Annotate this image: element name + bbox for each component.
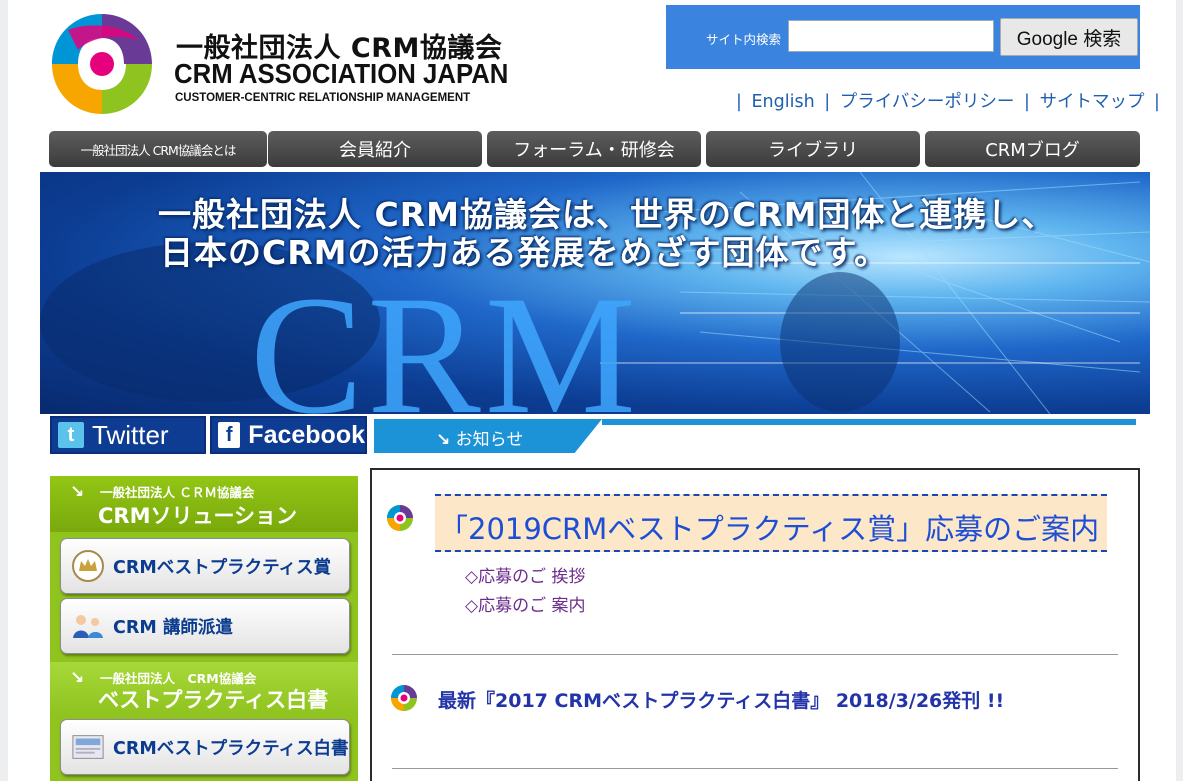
nav-item-members[interactable]: 会員紹介 xyxy=(268,131,482,167)
org-subtitle: CUSTOMER-CENTRIC RELATIONSHIP MANAGEMENT xyxy=(175,92,471,104)
arrow-down-right-icon: ↘ xyxy=(70,668,85,688)
hero-banner: CRM 一般社団法人 CRM協議会は、世界のCRM団体と連携し、 日本のCRMの… xyxy=(40,172,1150,414)
lecturer-dispatch-button[interactable]: CRM 講師派遣 xyxy=(60,598,350,654)
divider xyxy=(392,768,1118,769)
banner-crm-text: CRM xyxy=(250,261,640,414)
site-search-bar: サイト内検索 Google 検索 xyxy=(666,5,1140,69)
link-separator: | xyxy=(824,92,831,112)
privacy-policy-link[interactable]: プライバシーポリシー xyxy=(840,92,1015,112)
link-separator: | xyxy=(1154,92,1160,112)
page: 一般社団法人 CRM協議会 CRM ASSOCIATION JAPAN CUST… xyxy=(8,0,1176,781)
sidebar-section-whitepaper-body: CRMベストプラクティス白書 xyxy=(50,716,358,781)
award-headline-link[interactable]: 「2019CRMベストプラクティス賞」応募のご案内 xyxy=(439,506,1099,548)
button-label: CRM 講師派遣 xyxy=(113,617,233,638)
nav-item-blog[interactable]: CRMブログ xyxy=(925,131,1140,167)
best-practice-whitepaper-button[interactable]: CRMベストプラクティス白書 xyxy=(60,719,350,775)
whitepaper-news-link[interactable]: 最新『2017 CRMベストプラクティス白書』 2018/3/26発刊 !! xyxy=(438,686,1004,713)
application-greeting-link[interactable]: ◇応募のご 挨拶 xyxy=(465,562,585,587)
section-main-label: ベストプラクティス白書 xyxy=(98,688,329,712)
section-main-label: CRMソリューション xyxy=(98,504,298,528)
button-label: CRMベストプラクティス賞 xyxy=(113,557,332,578)
org-title-en: CRM ASSOCIATION JAPAN xyxy=(174,58,509,89)
search-input[interactable] xyxy=(788,20,994,52)
link-separator: | xyxy=(736,92,742,112)
sitemap-link[interactable]: サイトマップ xyxy=(1039,92,1144,112)
nav-item-library[interactable]: ライブラリ xyxy=(706,131,920,167)
crm-logo-bullet-icon xyxy=(387,505,413,531)
headline-box: 「2019CRMベストプラクティス賞」応募のご案内 xyxy=(435,494,1107,552)
utility-links: | English | プライバシーポリシー | サイトマップ | xyxy=(732,88,1164,113)
notice-heading: ↘ お知らせ xyxy=(436,425,523,450)
arrow-down-right-icon: ↘ xyxy=(70,482,85,502)
link-separator: | xyxy=(1023,92,1030,112)
divider xyxy=(392,654,1118,655)
facebook-button[interactable]: f Facebook xyxy=(210,416,367,454)
twitter-icon: t xyxy=(58,422,84,448)
notice-label: お知らせ xyxy=(455,430,524,450)
facebook-label: Facebook xyxy=(248,420,365,449)
twitter-label: Twitter xyxy=(92,419,169,450)
nav-item-about[interactable]: 一般社団法人 CRM協議会とは xyxy=(49,131,267,167)
sidebar-section-whitepaper-header: ↘ 一般社団法人 CRM協議会 ベストプラクティス白書 xyxy=(50,662,358,716)
facebook-icon: f xyxy=(218,422,241,448)
speaker-icon xyxy=(71,609,105,643)
sidebar: ↘ 一般社団法人 ＣＲＭ協議会 CRMソリューション CRMベストプラクティス賞… xyxy=(50,476,358,781)
application-guide-link[interactable]: ◇応募のご 案内 xyxy=(465,591,585,616)
button-label: CRMベストプラクティス白書 xyxy=(113,738,349,759)
notice-content-panel: 「2019CRMベストプラクティス賞」応募のご案内 ◇応募のご 挨拶 ◇応募のご… xyxy=(370,468,1140,781)
crm-logo-bullet-icon xyxy=(391,685,417,711)
banner-tagline-2: 日本のCRMの活力ある発展をめざす団体です。 xyxy=(160,233,889,272)
main-nav: 一般社団法人 CRM協議会とは 会員紹介 フォーラム・研修会 ライブラリ CRM… xyxy=(49,131,1140,168)
arrow-down-right-icon: ↘ xyxy=(436,430,451,450)
twitter-button[interactable]: t Twitter xyxy=(50,416,206,454)
notice-rule xyxy=(602,419,1136,425)
section-sub-label: 一般社団法人 ＣＲＭ協議会 xyxy=(100,485,255,500)
search-label: サイト内検索 xyxy=(706,32,782,47)
english-link[interactable]: English xyxy=(751,92,814,112)
crown-icon xyxy=(71,549,105,583)
best-practice-award-button[interactable]: CRMベストプラクティス賞 xyxy=(60,538,350,594)
sidebar-section-solutions-body: CRMベストプラクティス賞 CRM 講師派遣 xyxy=(50,532,358,662)
nav-item-forum[interactable]: フォーラム・研修会 xyxy=(487,131,701,167)
book-icon xyxy=(71,730,105,764)
crm-logo[interactable] xyxy=(48,10,156,118)
google-search-button[interactable]: Google 検索 xyxy=(1000,18,1138,56)
sidebar-section-solutions-header: ↘ 一般社団法人 ＣＲＭ協議会 CRMソリューション xyxy=(50,476,358,532)
